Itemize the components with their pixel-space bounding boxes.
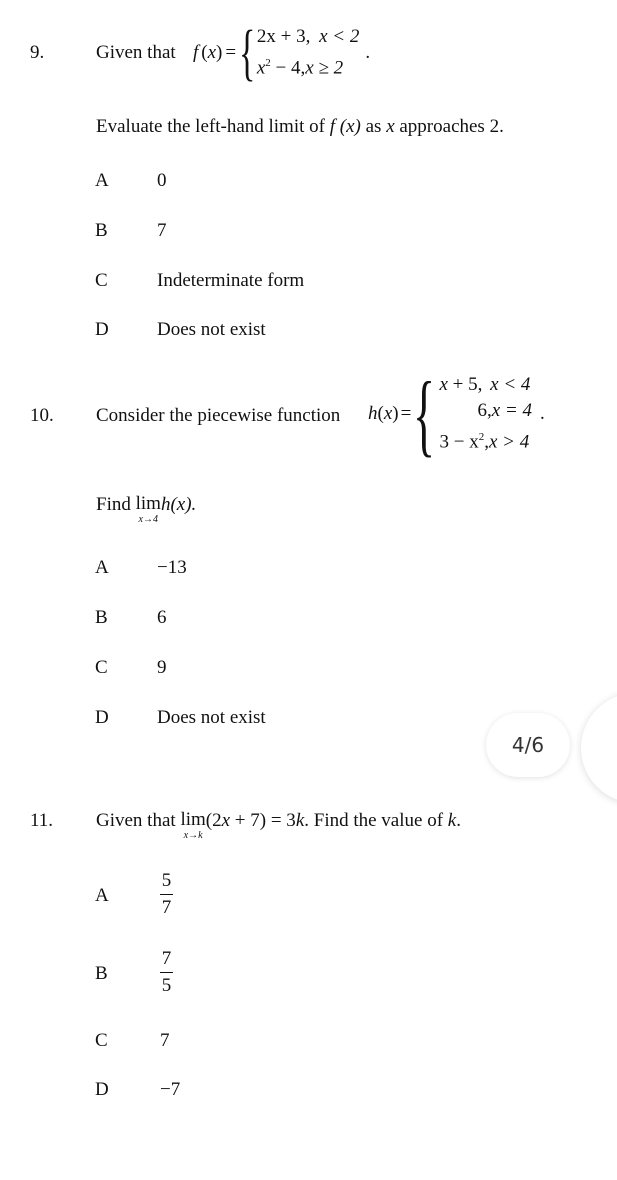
option-letter: C: [95, 1030, 108, 1051]
question-number: 9.: [30, 42, 45, 63]
function-var: (x): [201, 42, 223, 63]
option-letter: B: [95, 220, 108, 241]
option-letter: A: [95, 170, 109, 191]
trailing-period: .: [540, 403, 545, 424]
equals-sign: =: [225, 42, 237, 63]
option-value: −7: [160, 1079, 181, 1100]
option-value: Indeterminate form: [157, 270, 305, 291]
option-value: Does not exist: [157, 707, 266, 728]
option-letter: B: [95, 607, 108, 628]
option-letter: A: [95, 885, 109, 906]
option-letter: C: [95, 657, 108, 678]
question-number: 10.: [30, 405, 54, 426]
question-stem: Given that lim x→k (2x + 7) = 3k. Find t…: [96, 809, 461, 841]
denominator: 7: [161, 897, 172, 918]
case-row: 2x + 3, x < 2: [256, 26, 360, 48]
limit-expression: (2x + 7) = 3k.: [205, 810, 309, 831]
option-letter: A: [95, 557, 109, 578]
case-row: 6,x = 4: [477, 400, 532, 422]
option-letter: D: [95, 319, 109, 340]
fraction: 7 5: [160, 949, 173, 995]
fraction-bar: [160, 894, 173, 895]
option-value: Does not exist: [157, 319, 266, 340]
left-brace: {: [239, 19, 256, 87]
function-name: h: [368, 403, 378, 424]
option-letter: D: [95, 707, 109, 728]
option-value: 6: [157, 607, 167, 628]
option-letter: C: [95, 270, 108, 291]
question-number: 11.: [30, 810, 54, 831]
option-letter: B: [95, 963, 108, 984]
page-indicator[interactable]: 4/6: [486, 713, 570, 777]
cases: x + 5, x < 4 6,x = 4 3 − x2,x > 4: [439, 372, 532, 455]
equals-sign: =: [400, 403, 412, 424]
question-prompt: Find lim x→4 h(x).: [96, 493, 197, 525]
left-brace: {: [413, 363, 436, 465]
fraction: 5 7: [160, 871, 173, 917]
limit-operator: lim x→4: [135, 493, 161, 525]
option-value: 7: [157, 220, 167, 241]
page-indicator-text: 4/6: [511, 733, 545, 757]
case-row: x2 − 4,x ≥ 2: [256, 57, 344, 79]
option-letter: D: [95, 1079, 109, 1100]
function-var: (x): [377, 403, 399, 424]
case-row: x + 5, x < 4: [439, 374, 531, 396]
stem-prefix: Given that: [96, 42, 176, 63]
case-row: 3 − x2,x > 4: [439, 431, 530, 453]
option-value: 0: [157, 170, 167, 191]
numerator: 7: [161, 948, 172, 969]
fraction-bar: [160, 972, 173, 973]
option-value: −13: [157, 557, 187, 578]
function-name: f: [193, 42, 199, 63]
piecewise-definition: f (x) = { 2x + 3, x < 2 x2 − 4,x ≥ 2 .: [193, 22, 370, 84]
question-prompt: Evaluate the left-hand limit of f (x) as…: [96, 116, 504, 137]
piecewise-definition: h (x) = { x + 5, x < 4 6,x = 4 3 − x2,x …: [368, 368, 545, 460]
question-stem: Consider the piecewise function: [96, 405, 341, 426]
denominator: 5: [161, 975, 172, 996]
option-value: 7: [160, 1030, 170, 1051]
cases: 2x + 3, x < 2 x2 − 4,x ≥ 2: [257, 24, 359, 81]
floating-action-button[interactable]: [581, 693, 617, 803]
trailing-period: .: [365, 42, 371, 63]
numerator: 5: [161, 870, 172, 891]
question-stem: Given that: [96, 42, 176, 64]
option-value: 9: [157, 657, 167, 678]
limit-operator: lim x→k: [180, 809, 206, 841]
